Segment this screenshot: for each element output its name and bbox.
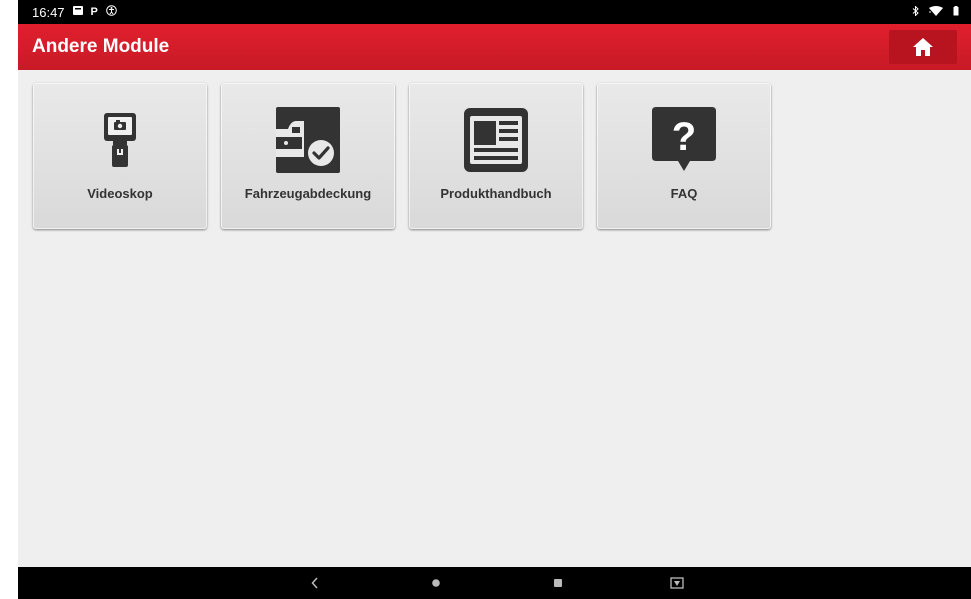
module-label: Produkthandbuch xyxy=(440,186,552,201)
videoscope-icon xyxy=(85,105,155,175)
module-grid: Videoskop Fahrzeugabdeckung Produkthandb… xyxy=(33,83,771,229)
home-button[interactable] xyxy=(889,30,957,64)
status-bar: 16:47 P xyxy=(18,0,971,24)
home-nav-button[interactable] xyxy=(416,567,456,599)
module-tile-fahrzeugabdeckung[interactable]: Fahrzeugabdeckung xyxy=(221,83,395,229)
svg-text:?: ? xyxy=(672,115,696,159)
screenshot-button[interactable] xyxy=(657,567,697,599)
navigation-bar xyxy=(18,567,971,599)
accessibility-icon xyxy=(106,5,117,19)
module-label: Videoskop xyxy=(87,186,153,201)
module-label: FAQ xyxy=(670,186,698,201)
faq-icon: ? xyxy=(649,105,719,175)
module-tile-videoskop[interactable]: Videoskop xyxy=(33,83,207,229)
module-label: Fahrzeugabdeckung xyxy=(244,186,372,201)
status-left: 16:47 P xyxy=(32,5,117,20)
screenshot-icon xyxy=(670,577,684,589)
back-button[interactable] xyxy=(295,567,335,599)
module-tile-produkthandbuch[interactable]: Produkthandbuch xyxy=(409,83,583,229)
module-tile-faq[interactable]: ? FAQ xyxy=(597,83,771,229)
home-circle-icon xyxy=(432,579,440,587)
status-right xyxy=(912,4,959,19)
recents-icon xyxy=(554,579,562,587)
wifi-icon xyxy=(929,5,943,19)
battery-icon xyxy=(953,5,959,19)
back-icon xyxy=(311,577,318,589)
home-icon xyxy=(913,38,933,56)
notification-icon xyxy=(72,6,83,18)
app-bar: Andere Module xyxy=(18,24,971,70)
manual-icon xyxy=(461,105,531,175)
parking-icon: P xyxy=(90,5,98,18)
status-time: 16:47 xyxy=(32,4,65,20)
screen: 16:47 P Andere Module Videoskop Fahrzeug… xyxy=(18,0,971,599)
vehicle-coverage-icon xyxy=(273,105,343,175)
page-title: Andere Module xyxy=(32,36,170,57)
bluetooth-icon xyxy=(912,4,919,19)
recents-button[interactable] xyxy=(538,567,578,599)
